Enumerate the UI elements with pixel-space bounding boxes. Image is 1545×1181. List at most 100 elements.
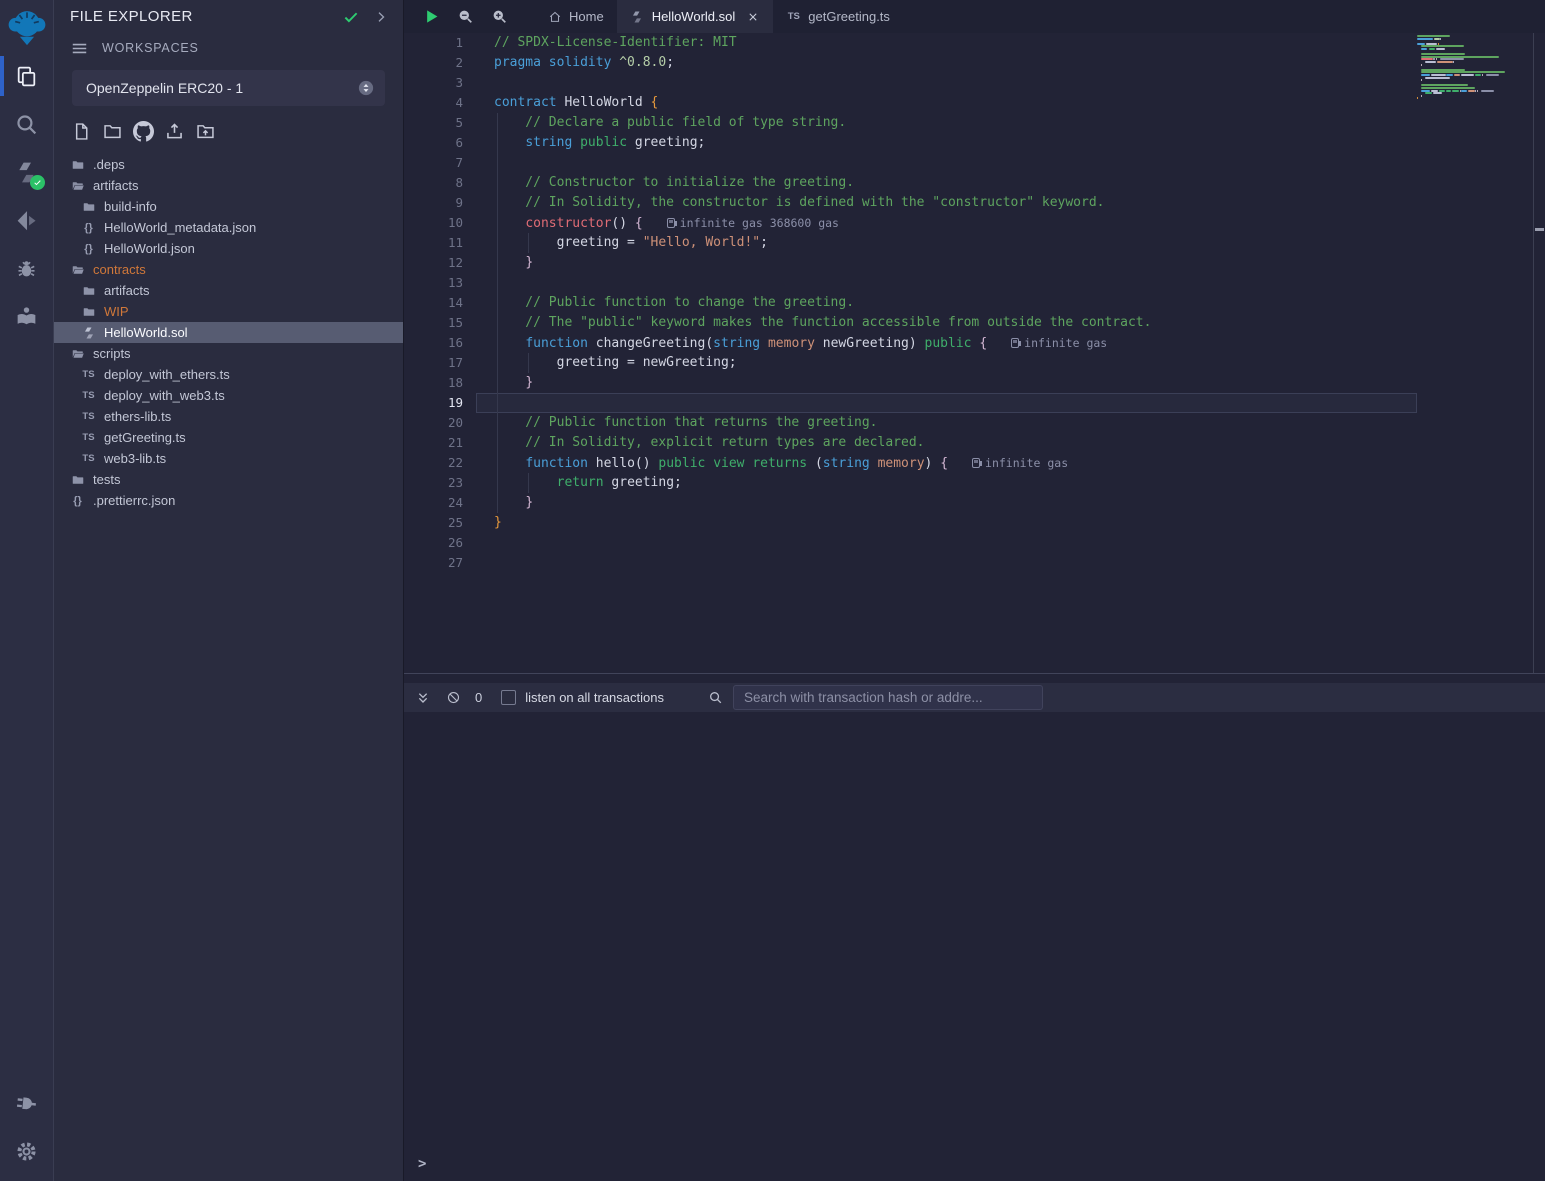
code-pane[interactable]: 1// SPDX-License-Identifier: MIT2pragma …: [404, 33, 1417, 673]
code-line-8[interactable]: 8 // Constructor to initialize the greet…: [404, 173, 1417, 193]
code-line-14[interactable]: 14 // Public function to change the gree…: [404, 293, 1417, 313]
code-line-15[interactable]: 15 // The "public" keyword makes the fun…: [404, 313, 1417, 333]
activitybar-item-settings[interactable]: [0, 1127, 53, 1175]
tree-item-helloworld-sol[interactable]: HelloWorld.sol: [54, 322, 403, 343]
tree-item--prettierrc-json[interactable]: {}.prettierrc.json: [54, 490, 403, 511]
minimap-line: [1453, 61, 1454, 63]
tab-home[interactable]: Home: [534, 0, 617, 33]
tree-item-scripts[interactable]: scripts: [54, 343, 403, 364]
tree-item-helloworld-json[interactable]: {}HelloWorld.json: [54, 238, 403, 259]
terminal-toolbar: 0 listen on all transactions: [404, 683, 1545, 712]
activitybar-item-solidity-compiler[interactable]: [0, 148, 53, 196]
activitybar-item-file-explorer[interactable]: [0, 52, 53, 100]
code-line-26[interactable]: 26: [404, 533, 1417, 553]
upload-folder-icon[interactable]: [195, 121, 216, 142]
code-line-18[interactable]: 18 }: [404, 373, 1417, 393]
code-line-24[interactable]: 24 }: [404, 493, 1417, 513]
code-line-12[interactable]: 12 }: [404, 253, 1417, 273]
tree-item-contracts[interactable]: contracts: [54, 259, 403, 280]
activitybar-item-remix-logo[interactable]: [0, 0, 53, 52]
code-line-6[interactable]: 6 string public greeting;: [404, 133, 1417, 153]
code-line-9[interactable]: 9 // In Solidity, the constructor is def…: [404, 193, 1417, 213]
line-number: 24: [404, 493, 476, 513]
line-content: // The "public" keyword makes the functi…: [476, 313, 1417, 333]
zoom-out-button[interactable]: [452, 4, 478, 30]
activitybar-item-search[interactable]: [0, 100, 53, 148]
terminal-resize-handle[interactable]: [404, 673, 1545, 683]
activity-bar: [0, 0, 54, 1181]
line-number: 8: [404, 173, 476, 193]
tab-label: HelloWorld.sol: [652, 9, 736, 24]
code-line-17[interactable]: 17 greeting = newGreeting;: [404, 353, 1417, 373]
workspace-dropdown[interactable]: OpenZeppelin ERC20 - 1: [72, 70, 385, 106]
minimap-line: [1461, 74, 1474, 76]
tree-item-artifacts[interactable]: artifacts: [54, 175, 403, 196]
line-number: 5: [404, 113, 476, 133]
activitybar-item-deploy-and-run[interactable]: [0, 196, 53, 244]
tree-item--deps[interactable]: .deps: [54, 154, 403, 175]
scrollbar-handle[interactable]: [1535, 228, 1544, 231]
tree-item-label: ethers-lib.ts: [104, 409, 171, 424]
minimap[interactable]: [1417, 33, 1533, 673]
tree-item-tests[interactable]: tests: [54, 469, 403, 490]
minimap-line: [1429, 48, 1435, 50]
activitybar-item-learneth[interactable]: [0, 292, 53, 340]
deploy-run-icon: [14, 208, 39, 233]
clear-console-icon[interactable]: [446, 690, 461, 705]
tree-item-deploy-with-ethers-ts[interactable]: TSdeploy_with_ethers.ts: [54, 364, 403, 385]
tree-item-ethers-lib-ts[interactable]: TSethers-lib.ts: [54, 406, 403, 427]
run-script-button[interactable]: [418, 4, 444, 30]
code-line-22[interactable]: 22 function hello() public view returns …: [404, 453, 1417, 473]
minimap-line: [1446, 74, 1452, 76]
tree-item-artifacts[interactable]: artifacts: [54, 280, 403, 301]
code-line-16[interactable]: 16 function changeGreeting(string memory…: [404, 333, 1417, 353]
expand-terminal-icon[interactable]: [415, 690, 431, 706]
code-line-1[interactable]: 1// SPDX-License-Identifier: MIT: [404, 33, 1417, 53]
new-folder-icon[interactable]: [102, 121, 123, 142]
code-line-20[interactable]: 20 // Public function that returns the g…: [404, 413, 1417, 433]
code-line-5[interactable]: 5 // Declare a public field of type stri…: [404, 113, 1417, 133]
code-line-19[interactable]: 19: [404, 393, 1417, 413]
code-line-4[interactable]: 4contract HelloWorld {: [404, 93, 1417, 113]
code-line-21[interactable]: 21 // In Solidity, explicit return types…: [404, 433, 1417, 453]
editor-scrollbar[interactable]: [1533, 33, 1545, 673]
tree-item-deploy-with-web3-ts[interactable]: TSdeploy_with_web3.ts: [54, 385, 403, 406]
line-number: 11: [404, 233, 476, 253]
workspace-selected-value: OpenZeppelin ERC20 - 1: [86, 80, 357, 96]
code-line-23[interactable]: 23 return greeting;: [404, 473, 1417, 493]
tree-item-wip[interactable]: WIP: [54, 301, 403, 322]
tree-item-helloworld-metadata-json[interactable]: {}HelloWorld_metadata.json: [54, 217, 403, 238]
json-file-icon: {}: [81, 220, 96, 235]
typescript-file-icon: TS: [786, 9, 801, 24]
code-line-7[interactable]: 7: [404, 153, 1417, 173]
code-line-11[interactable]: 11 greeting = "Hello, World!";: [404, 233, 1417, 253]
code-line-13[interactable]: 13: [404, 273, 1417, 293]
tree-item-web3-lib-ts[interactable]: TSweb3-lib.ts: [54, 448, 403, 469]
terminal-search-icon: [708, 690, 723, 705]
tree-item-getgreeting-ts[interactable]: TSgetGreeting.ts: [54, 427, 403, 448]
line-number: 14: [404, 293, 476, 313]
github-icon[interactable]: [133, 121, 154, 142]
code-line-25[interactable]: 25}: [404, 513, 1417, 533]
zoom-in-button[interactable]: [486, 4, 512, 30]
tab-helloworld-sol[interactable]: HelloWorld.sol: [617, 0, 774, 33]
activitybar-item-debugger[interactable]: [0, 244, 53, 292]
code-line-27[interactable]: 27: [404, 553, 1417, 573]
listen-transactions-checkbox[interactable]: [501, 690, 516, 705]
upload-file-icon[interactable]: [164, 121, 185, 142]
close-tab-icon[interactable]: [746, 10, 760, 24]
terminal-search-input[interactable]: [733, 685, 1043, 710]
code-line-2[interactable]: 2pragma solidity ^0.8.0;: [404, 53, 1417, 73]
terminal-content[interactable]: >: [404, 712, 1545, 1181]
chevron-right-icon[interactable]: [373, 9, 389, 25]
line-content: }: [476, 513, 1417, 533]
code-line-3[interactable]: 3: [404, 73, 1417, 93]
code-line-10[interactable]: 10 constructor() {infinite gas 368600 ga…: [404, 213, 1417, 233]
tree-item-build-info[interactable]: build-info: [54, 196, 403, 217]
new-file-icon[interactable]: [71, 121, 92, 142]
workspace-sort-icon[interactable]: [357, 79, 375, 97]
activitybar-item-plugin-manager[interactable]: [0, 1079, 53, 1127]
tree-item-label: deploy_with_web3.ts: [104, 388, 225, 403]
hamburger-menu-icon[interactable]: [70, 39, 89, 58]
tab-getgreeting-ts[interactable]: TSgetGreeting.ts: [773, 0, 903, 33]
